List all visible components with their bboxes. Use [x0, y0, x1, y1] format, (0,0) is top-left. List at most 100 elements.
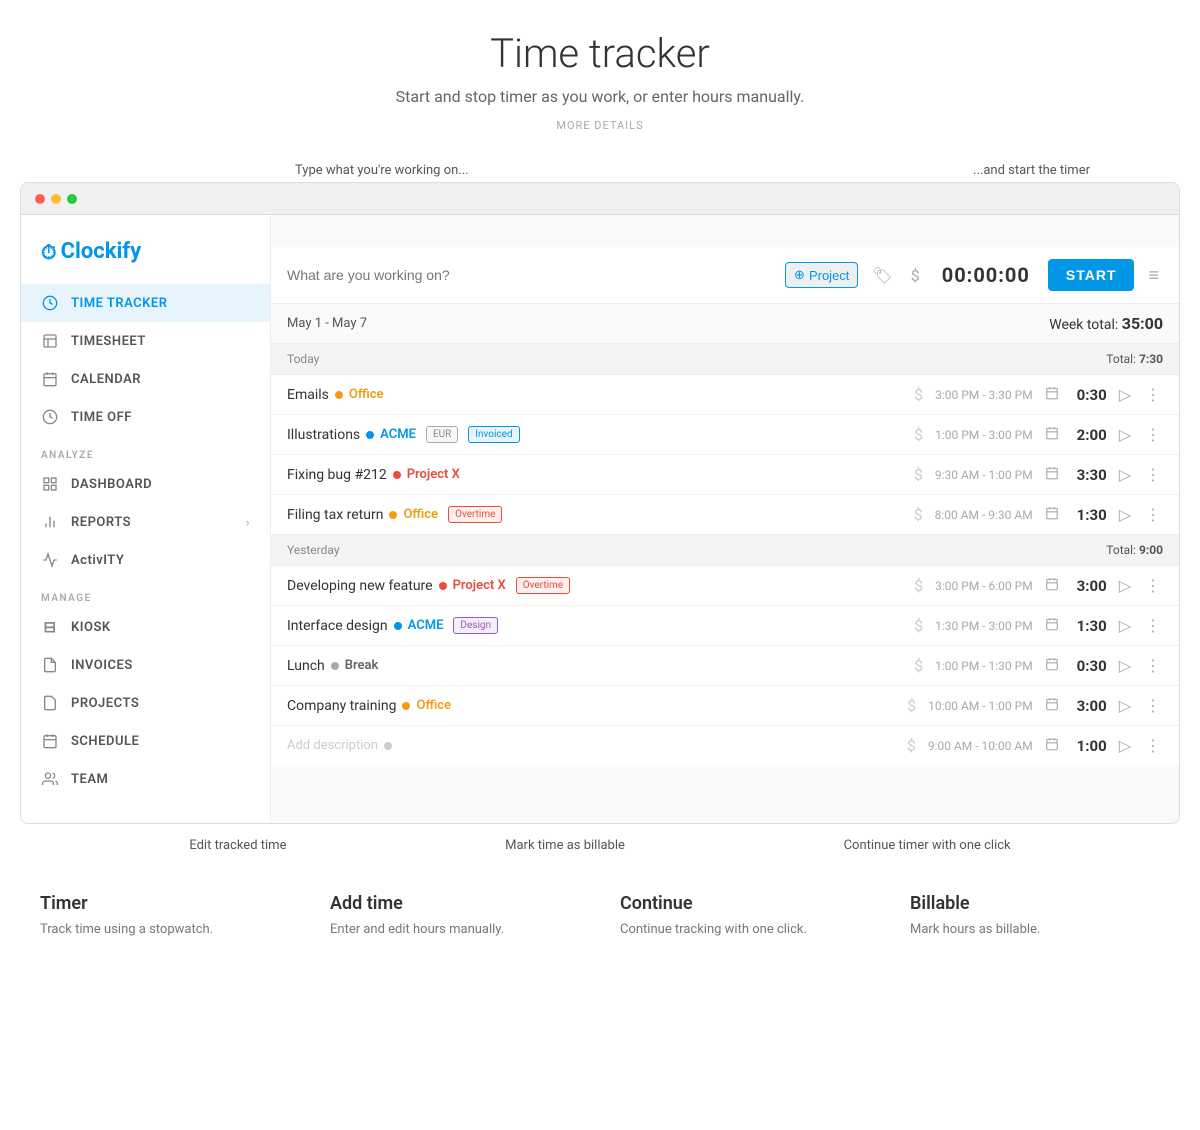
billable-icon[interactable]: $: [903, 696, 920, 715]
more-options-button[interactable]: ⋮: [1143, 465, 1163, 484]
week-bar: May 1 - May 7 Week total: 35:00: [271, 304, 1179, 343]
entry-description: Fixing bug #212 Project X: [287, 467, 902, 483]
more-options-button[interactable]: ⋮: [1143, 736, 1163, 755]
continue-annotation: Continue timer with one click: [844, 838, 1011, 853]
table-row: Fixing bug #212 Project X $ 9:30 AM - 1:…: [271, 455, 1179, 495]
billable-icon[interactable]: $: [910, 616, 927, 635]
edit-time-button[interactable]: [1041, 697, 1063, 715]
invoices-icon: [41, 656, 59, 674]
billable-icon[interactable]: $: [903, 736, 920, 755]
minimize-button[interactable]: [51, 194, 61, 204]
sidebar-item-schedule[interactable]: SCHEDULE: [21, 722, 270, 760]
sidebar-item-invoices[interactable]: INVOICES: [21, 646, 270, 684]
billable-icon[interactable]: $: [910, 505, 927, 524]
sidebar-item-activity[interactable]: ActivITY: [21, 541, 270, 579]
edit-time-button[interactable]: [1041, 617, 1063, 635]
edit-time-button[interactable]: [1041, 426, 1063, 444]
continue-button[interactable]: ▷: [1115, 616, 1135, 635]
table-row: Illustrations ACME EUR Invoiced $ 1:00 P…: [271, 415, 1179, 455]
more-options-button[interactable]: ⋮: [1143, 616, 1163, 635]
sidebar-item-label: KIOSK: [71, 620, 111, 635]
billable-icon[interactable]: $: [910, 425, 927, 444]
project-name: Office: [403, 507, 438, 522]
more-options-button[interactable]: ⋮: [1143, 505, 1163, 524]
today-total-value: 7:30: [1139, 352, 1163, 366]
billable-icon[interactable]: $: [910, 576, 927, 595]
billable-icon[interactable]: $: [910, 465, 927, 484]
edit-time-button[interactable]: [1041, 506, 1063, 524]
sidebar-item-dashboard[interactable]: DASHBOARD: [21, 465, 270, 503]
continue-button[interactable]: ▷: [1115, 736, 1135, 755]
feature-timer: Timer Track time using a stopwatch.: [40, 893, 290, 940]
timer-bar: ⊕ Project 🏷 $ 00:00:00 START ≡: [271, 247, 1179, 304]
project-dot: [331, 662, 339, 670]
sidebar-item-timesheet[interactable]: TIMESHEET: [21, 322, 270, 360]
timer-description-input[interactable]: [287, 267, 775, 283]
more-options-button[interactable]: ⋮: [1143, 425, 1163, 444]
start-button[interactable]: START: [1048, 259, 1135, 291]
reports-arrow: ›: [246, 516, 250, 529]
sidebar-item-label: TIME OFF: [71, 410, 132, 425]
billable-icon[interactable]: $: [910, 656, 927, 675]
timer-mode-button[interactable]: ≡: [1144, 265, 1163, 286]
entry-title: Lunch: [287, 658, 325, 674]
continue-button[interactable]: ▷: [1115, 656, 1135, 675]
sidebar-item-projects[interactable]: PROJECTS: [21, 684, 270, 722]
entry-description: Illustrations ACME EUR Invoiced: [287, 426, 902, 443]
tag-eur: EUR: [426, 426, 458, 443]
edit-time-button[interactable]: [1041, 386, 1063, 404]
sidebar-item-label: DASHBOARD: [71, 477, 152, 492]
logo-name: Clockify: [61, 239, 142, 264]
entry-duration: 0:30: [1071, 657, 1107, 675]
entry-title: Emails: [287, 387, 329, 403]
sidebar-item-time-tracker[interactable]: TIME TRACKER: [21, 284, 270, 322]
sidebar-item-reports[interactable]: REPORTS ›: [21, 503, 270, 541]
edit-time-button[interactable]: [1041, 657, 1063, 675]
feature-title: Timer: [40, 893, 290, 914]
continue-button[interactable]: ▷: [1115, 576, 1135, 595]
close-button[interactable]: [35, 194, 45, 204]
tag-overtime: Overtime: [448, 506, 502, 523]
continue-button[interactable]: ▷: [1115, 465, 1135, 484]
add-project-button[interactable]: ⊕ Project: [785, 262, 858, 288]
sidebar-item-kiosk[interactable]: ⊟ KIOSK: [21, 608, 270, 646]
billable-annotation: Mark time as billable: [505, 838, 625, 853]
top-annotations: Type what you're working on... ...and st…: [20, 163, 1180, 178]
sidebar-item-label: INVOICES: [71, 658, 133, 673]
entry-title: Illustrations: [287, 427, 360, 443]
clock-icon: [41, 294, 59, 312]
feature-add-time: Add time Enter and edit hours manually.: [330, 893, 580, 940]
edit-time-button[interactable]: [1041, 577, 1063, 595]
sidebar-item-label: REPORTS: [71, 515, 131, 530]
table-row: Emails Office $ 3:00 PM - 3:30 PM 0:30 ▷…: [271, 375, 1179, 415]
billable-icon[interactable]: $: [910, 385, 927, 404]
continue-button[interactable]: ▷: [1115, 505, 1135, 524]
more-options-button[interactable]: ⋮: [1143, 385, 1163, 404]
week-total-value: 35:00: [1122, 314, 1163, 333]
timer-display: 00:00:00: [942, 263, 1030, 287]
sidebar-item-team[interactable]: TEAM: [21, 760, 270, 798]
feature-title: Continue: [620, 893, 870, 914]
sidebar-item-time-off[interactable]: TIME OFF: [21, 398, 270, 436]
more-options-button[interactable]: ⋮: [1143, 576, 1163, 595]
maximize-button[interactable]: [67, 194, 77, 204]
entry-description: Company training Office: [287, 698, 895, 714]
more-options-button[interactable]: ⋮: [1143, 656, 1163, 675]
activity-icon: [41, 551, 59, 569]
project-name: Office: [416, 698, 451, 713]
edit-time-button[interactable]: [1041, 737, 1063, 755]
continue-button[interactable]: ▷: [1115, 425, 1135, 444]
tag-button[interactable]: 🏷: [868, 266, 896, 285]
annotation-start-label: ...and start the timer: [973, 163, 1090, 178]
edit-time-button[interactable]: [1041, 466, 1063, 484]
entry-description: Filing tax return Office Overtime: [287, 506, 902, 523]
tag-design: Design: [453, 617, 498, 634]
more-details-link[interactable]: MORE DETAILS: [556, 119, 643, 132]
project-dot: [402, 702, 410, 710]
continue-button[interactable]: ▷: [1115, 696, 1135, 715]
window-titlebar: [21, 183, 1179, 215]
billable-button[interactable]: $: [907, 266, 924, 285]
continue-button[interactable]: ▷: [1115, 385, 1135, 404]
sidebar-item-calendar[interactable]: CALENDAR: [21, 360, 270, 398]
more-options-button[interactable]: ⋮: [1143, 696, 1163, 715]
